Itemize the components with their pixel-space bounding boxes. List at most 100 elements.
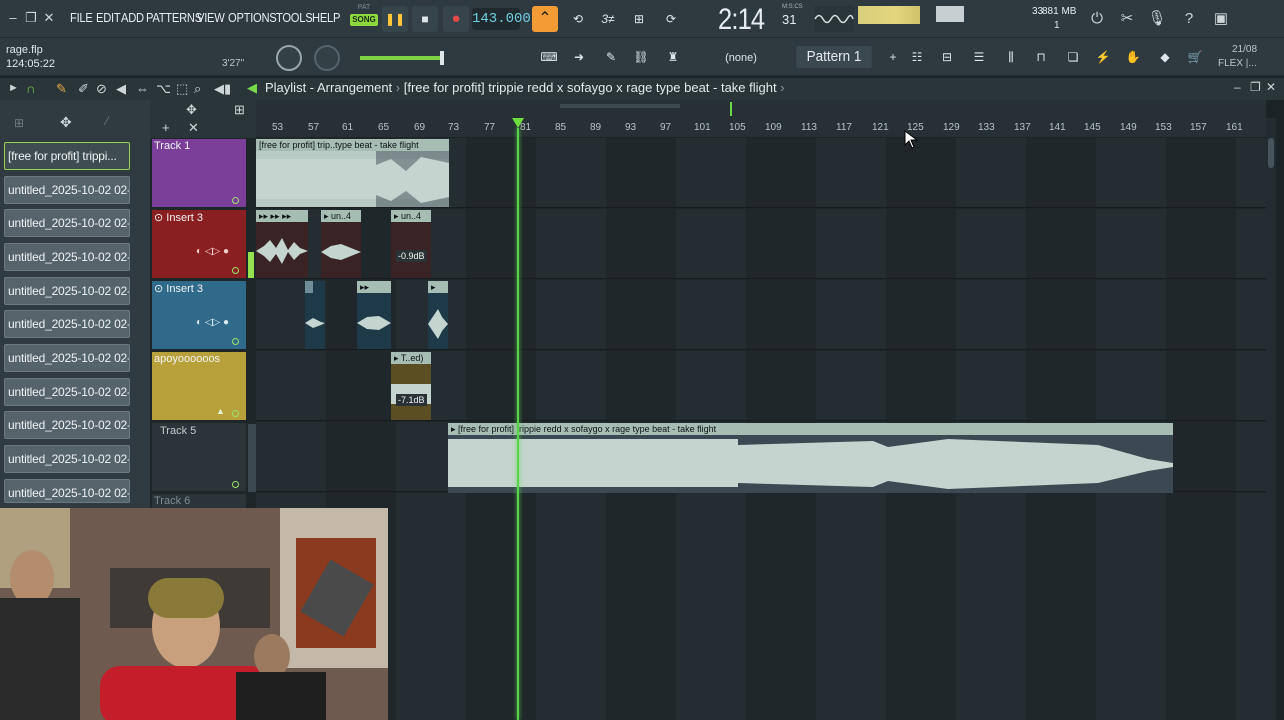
remove-track-icon[interactable]: ✕ bbox=[188, 120, 199, 136]
master-volume-handle[interactable] bbox=[440, 51, 444, 65]
playlist-minimize-icon[interactable]: – bbox=[1234, 80, 1241, 94]
magnet-icon[interactable]: ∩ bbox=[26, 81, 35, 96]
track-active-dot[interactable] bbox=[232, 410, 239, 417]
loop-record-icon[interactable]: ⟳ bbox=[658, 6, 684, 32]
cart-icon[interactable]: 🛒 bbox=[1182, 44, 1208, 70]
track-controls[interactable]: ◐ ◁▷ ● bbox=[196, 317, 229, 328]
minimize-icon[interactable]: – bbox=[4, 8, 22, 28]
plugin-icon[interactable]: ⚡ bbox=[1090, 44, 1116, 70]
mute-icon[interactable]: ◀ bbox=[116, 81, 126, 97]
slice-icon[interactable]: ⌥ bbox=[156, 81, 171, 97]
playlist-close-icon[interactable]: ✕ bbox=[1266, 80, 1276, 94]
audio-clip[interactable]: [free for profit] trip..type beat - take… bbox=[256, 139, 449, 209]
audio-clip[interactable]: ▸▸ bbox=[357, 281, 391, 349]
record-button[interactable]: ● bbox=[443, 6, 469, 32]
vertical-scrollbar[interactable] bbox=[1266, 118, 1276, 720]
track-active-dot[interactable] bbox=[232, 197, 239, 204]
save-icon[interactable]: ▣ bbox=[1210, 8, 1232, 30]
piano-icon[interactable]: ⌨ bbox=[536, 44, 562, 70]
picker-grid-icon[interactable]: ⊞ bbox=[14, 116, 24, 130]
paint-icon[interactable]: ✐ bbox=[78, 81, 89, 97]
help-icon[interactable]: ? bbox=[1178, 8, 1200, 30]
pat-song-toggle[interactable]: PAT SONG bbox=[350, 4, 378, 34]
picker-item[interactable]: untitled_2025-10-02 02-... bbox=[4, 310, 130, 338]
countdown-icon[interactable]: 3≠ bbox=[595, 6, 621, 32]
track-active-dot[interactable] bbox=[232, 338, 239, 345]
brush-icon[interactable]: ✎ bbox=[598, 44, 624, 70]
menu-add[interactable]: ADD bbox=[121, 10, 144, 25]
grid-icon[interactable]: ⊞ bbox=[234, 102, 245, 118]
track-controls[interactable]: ◐ ◁▷ ● bbox=[196, 246, 229, 257]
audio-clip[interactable]: ▸ un..4 -0.9dB bbox=[391, 210, 431, 278]
snap-selector[interactable]: (none) bbox=[704, 48, 778, 68]
menu-edit[interactable]: EDIT bbox=[96, 10, 121, 25]
playlist-play-icon[interactable]: ◀ bbox=[247, 80, 257, 96]
menu-help[interactable]: HELP bbox=[312, 10, 340, 25]
master-knob[interactable] bbox=[314, 45, 340, 71]
menu-patterns[interactable]: PATTERNS bbox=[146, 10, 202, 25]
zoom-icon[interactable]: ⌕ bbox=[194, 81, 201, 97]
arrow-right-icon[interactable]: ➜ bbox=[566, 44, 592, 70]
stop-button[interactable]: ■ bbox=[412, 6, 438, 32]
delete-icon[interactable]: ⊘ bbox=[96, 81, 107, 97]
browser-icon[interactable]: ⊓ bbox=[1028, 44, 1054, 70]
overview-strip[interactable] bbox=[256, 100, 1266, 118]
add-track-icon[interactable]: + bbox=[162, 120, 170, 135]
tools-icon[interactable]: ✂ bbox=[1116, 8, 1138, 30]
picker-item[interactable]: untitled_2025-10-02 02-... bbox=[4, 209, 130, 237]
slip-icon[interactable]: ⇔ bbox=[136, 81, 149, 96]
playlist-menu-arrow-icon[interactable]: ► bbox=[8, 82, 19, 94]
picker-item[interactable]: untitled_2025-10-02 02-... bbox=[4, 176, 130, 204]
piano-roll-icon[interactable]: ⊟ bbox=[934, 44, 960, 70]
track-active-dot[interactable] bbox=[232, 481, 239, 488]
song-clock[interactable]: 2:14 bbox=[718, 3, 765, 37]
playlist-icon[interactable]: ☷ bbox=[904, 44, 930, 70]
audio-clip[interactable]: ▸ un..4 bbox=[321, 210, 361, 278]
metronome-icon[interactable]: ⌃ bbox=[532, 6, 558, 32]
pencil-icon[interactable]: ✎ bbox=[56, 81, 67, 97]
audio-clip[interactable]: ▸▸ ▸▸ ▸▸ bbox=[256, 210, 308, 278]
track-arrow-icon[interactable]: ▲ bbox=[216, 406, 225, 416]
picker-item[interactable]: untitled_2025-10-02 02-... bbox=[4, 445, 130, 473]
tag-icon[interactable]: ◆ bbox=[1152, 44, 1178, 70]
vertical-zoom-icon[interactable]: ✥ bbox=[186, 102, 197, 118]
playback-icon[interactable]: ◀▮ bbox=[214, 81, 231, 97]
audio-clip[interactable]: ▸ T..ed) -7.1dB bbox=[391, 352, 431, 420]
play-button[interactable]: ❚❚ bbox=[382, 6, 408, 32]
microphone-icon[interactable]: 🎙 bbox=[1146, 8, 1168, 30]
power-icon[interactable]: ⏻ bbox=[1086, 8, 1108, 30]
picker-item[interactable]: [free for profit] trippi... bbox=[4, 142, 130, 170]
link-icon[interactable]: ⛓ bbox=[628, 44, 654, 70]
audio-clip[interactable]: ▸ bbox=[428, 281, 448, 349]
menu-view[interactable]: VIEW bbox=[197, 10, 225, 25]
select-icon[interactable]: ⬚ bbox=[176, 81, 188, 97]
picker-item[interactable]: untitled_2025-10-02 02-... bbox=[4, 411, 130, 439]
menu-tools[interactable]: TOOLS bbox=[276, 10, 313, 25]
mixer-icon[interactable]: ⫼ bbox=[998, 44, 1024, 70]
lane-3[interactable] bbox=[256, 280, 1266, 350]
picker-item[interactable]: untitled_2025-10-02 02-... bbox=[4, 479, 130, 503]
lane-empty[interactable] bbox=[256, 493, 1266, 720]
playlist-maximize-icon[interactable]: ❐ bbox=[1250, 80, 1261, 94]
playhead[interactable] bbox=[517, 128, 519, 720]
audio-clip[interactable]: ▸ [free for profit] trippie redd x sofay… bbox=[448, 423, 1173, 493]
restore-icon[interactable]: ❐ bbox=[22, 8, 40, 28]
channel-rack-icon[interactable]: ☰ bbox=[966, 44, 992, 70]
overview-thumb[interactable] bbox=[560, 104, 680, 108]
master-volume-slider[interactable] bbox=[360, 56, 444, 60]
menu-options[interactable]: OPTIONS bbox=[228, 10, 277, 25]
picker-item[interactable]: untitled_2025-10-02 02-... bbox=[4, 344, 130, 372]
picker-item[interactable]: untitled_2025-10-02 02-... bbox=[4, 277, 130, 305]
person-icon[interactable]: ✋ bbox=[1120, 44, 1146, 70]
picker-move-icon[interactable]: ✥ bbox=[60, 114, 72, 131]
step-edit-icon[interactable]: ⊞ bbox=[626, 6, 652, 32]
picker-item[interactable]: untitled_2025-10-02 02-... bbox=[4, 378, 130, 406]
pattern-selector[interactable]: Pattern 1 bbox=[796, 46, 872, 68]
vertical-scroll-thumb[interactable] bbox=[1268, 138, 1274, 168]
audio-clip[interactable] bbox=[305, 281, 325, 349]
tempo-display[interactable]: 143.000 bbox=[472, 8, 531, 30]
playhead-marker[interactable] bbox=[512, 118, 524, 128]
add-pattern-icon[interactable]: + bbox=[880, 44, 906, 70]
picker-pencil-icon[interactable]: ⁄ bbox=[106, 114, 108, 128]
picker-item[interactable]: untitled_2025-10-02 02-... bbox=[4, 243, 130, 271]
